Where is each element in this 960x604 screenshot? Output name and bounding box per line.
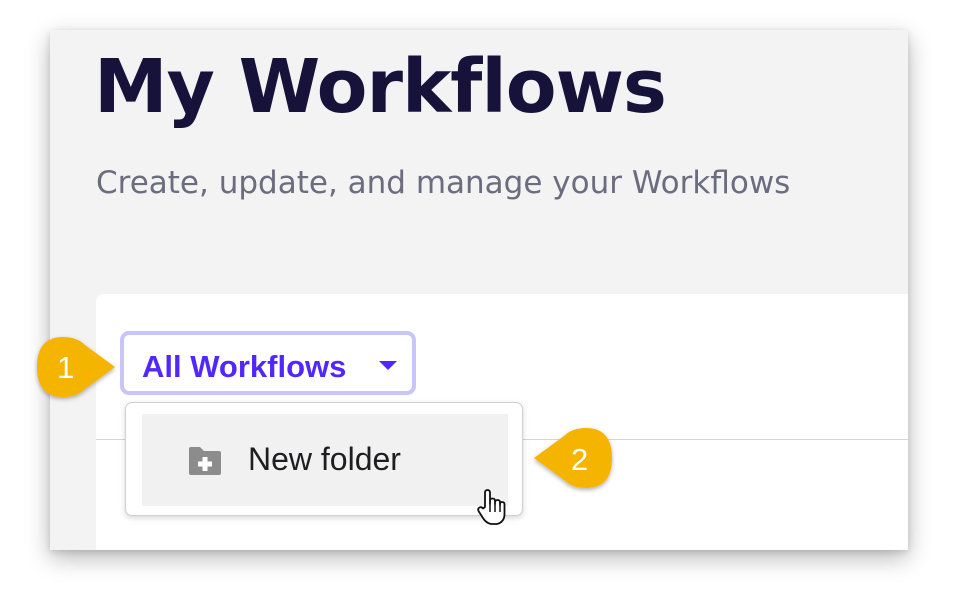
new-folder-menu-item[interactable]: New folder [142,414,508,506]
new-folder-label: New folder [248,441,401,477]
dropdown-menu: New folder [125,402,523,516]
callout-badge-icon [37,337,115,397]
hand-pointer-icon [477,489,506,525]
callout-number: 2 [571,442,589,477]
folder-add-icon [189,447,221,475]
all-workflows-dropdown[interactable]: All Workflows [120,331,416,395]
step-callout-2: 2 [530,422,622,494]
dropdown-label: All Workflows [142,349,347,384]
page-subtitle: Create, update, and manage your Workflow… [96,165,791,201]
page-title: My Workflows [94,44,667,130]
callout-number: 1 [57,350,75,385]
caret-down-icon [379,361,397,370]
step-callout-1: 1 [33,331,125,403]
